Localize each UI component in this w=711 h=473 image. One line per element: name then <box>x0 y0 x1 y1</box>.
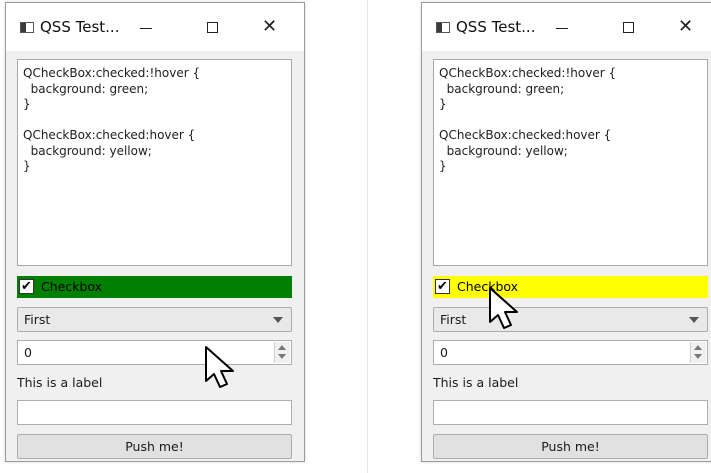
stylesheet-line: background: green; <box>439 81 565 96</box>
spin-down-arrow-icon[interactable] <box>694 354 702 359</box>
spin-box[interactable]: 0 <box>17 340 292 365</box>
checkbox-indicator[interactable]: ✔ <box>19 279 34 294</box>
stylesheet-line <box>439 113 702 129</box>
stylesheet-line: } <box>439 159 447 173</box>
stylesheet-line: QCheckBox:checked:hover { <box>439 128 612 142</box>
minimize-icon <box>140 28 152 29</box>
stylesheet-line: QCheckBox:checked:!hover { <box>23 66 201 80</box>
window-title: QSS Test... <box>40 18 120 36</box>
spin-box-value: 0 <box>24 345 32 360</box>
maximize-button[interactable] <box>606 13 650 43</box>
qt-window-icon <box>436 22 450 33</box>
minimize-button[interactable] <box>540 13 584 43</box>
stylesheet-editor[interactable]: QCheckBox:checked:!hover { background: g… <box>433 59 708 266</box>
spin-box-value: 0 <box>440 345 448 360</box>
close-icon: ✕ <box>262 16 278 37</box>
checkbox-indicator[interactable]: ✔ <box>435 279 450 294</box>
push-button[interactable]: Push me! <box>433 434 708 459</box>
chevron-down-icon[interactable] <box>273 317 283 323</box>
qss-test-window-right: QSS Test... ✕ QCheckBox:checked:!hover {… <box>421 2 711 462</box>
qt-window-icon <box>20 22 34 33</box>
title-bar[interactable]: QSS Test... ✕ <box>422 3 711 51</box>
combo-selected-value: First <box>440 312 467 327</box>
stylesheet-line <box>23 113 286 129</box>
chevron-down-icon[interactable] <box>689 317 699 323</box>
combo-box[interactable]: First <box>433 307 708 332</box>
close-icon: ✕ <box>678 16 694 37</box>
line-edit[interactable] <box>433 400 708 425</box>
stylesheet-line: background: yellow; <box>439 143 568 158</box>
push-button[interactable]: Push me! <box>17 434 292 459</box>
stylesheet-line: QCheckBox:checked:!hover { <box>439 66 617 80</box>
spin-buttons[interactable] <box>274 342 290 363</box>
static-label: This is a label <box>433 375 519 390</box>
spin-up-arrow-icon[interactable] <box>278 345 286 350</box>
combo-box[interactable]: First <box>17 307 292 332</box>
spin-up-arrow-icon[interactable] <box>694 345 702 350</box>
stylesheet-line: } <box>439 97 447 111</box>
title-bar[interactable]: QSS Test... ✕ <box>6 3 304 51</box>
stylesheet-line: QCheckBox:checked:hover { <box>23 128 196 142</box>
maximize-icon <box>207 22 218 33</box>
checkbox[interactable]: ✔ Checkbox <box>433 276 708 298</box>
checkbox[interactable]: ✔ Checkbox <box>17 276 292 298</box>
static-label: This is a label <box>17 375 103 390</box>
combo-selected-value: First <box>24 312 51 327</box>
mouse-pointer-icon <box>489 287 518 329</box>
mouse-pointer-icon <box>205 346 234 388</box>
qss-test-window-left: QSS Test... ✕ QCheckBox:checked:!hover {… <box>5 2 305 462</box>
spin-buttons[interactable] <box>690 342 706 363</box>
spin-down-arrow-icon[interactable] <box>278 354 286 359</box>
stylesheet-editor[interactable]: QCheckBox:checked:!hover { background: g… <box>17 59 292 266</box>
stylesheet-line: } <box>23 159 31 173</box>
window-title: QSS Test... <box>456 18 536 36</box>
stylesheet-line: background: yellow; <box>23 143 152 158</box>
maximize-button[interactable] <box>190 13 234 43</box>
panel-divider <box>367 0 368 473</box>
line-edit[interactable] <box>17 400 292 425</box>
spin-box[interactable]: 0 <box>433 340 708 365</box>
minimize-button[interactable] <box>124 13 168 43</box>
close-button[interactable]: ✕ <box>666 13 710 43</box>
close-button[interactable]: ✕ <box>250 13 294 43</box>
stylesheet-line: background: green; <box>23 81 149 96</box>
stylesheet-line: } <box>23 97 31 111</box>
maximize-icon <box>623 22 634 33</box>
checkbox-label[interactable]: Checkbox <box>41 279 102 295</box>
minimize-icon <box>556 28 568 29</box>
